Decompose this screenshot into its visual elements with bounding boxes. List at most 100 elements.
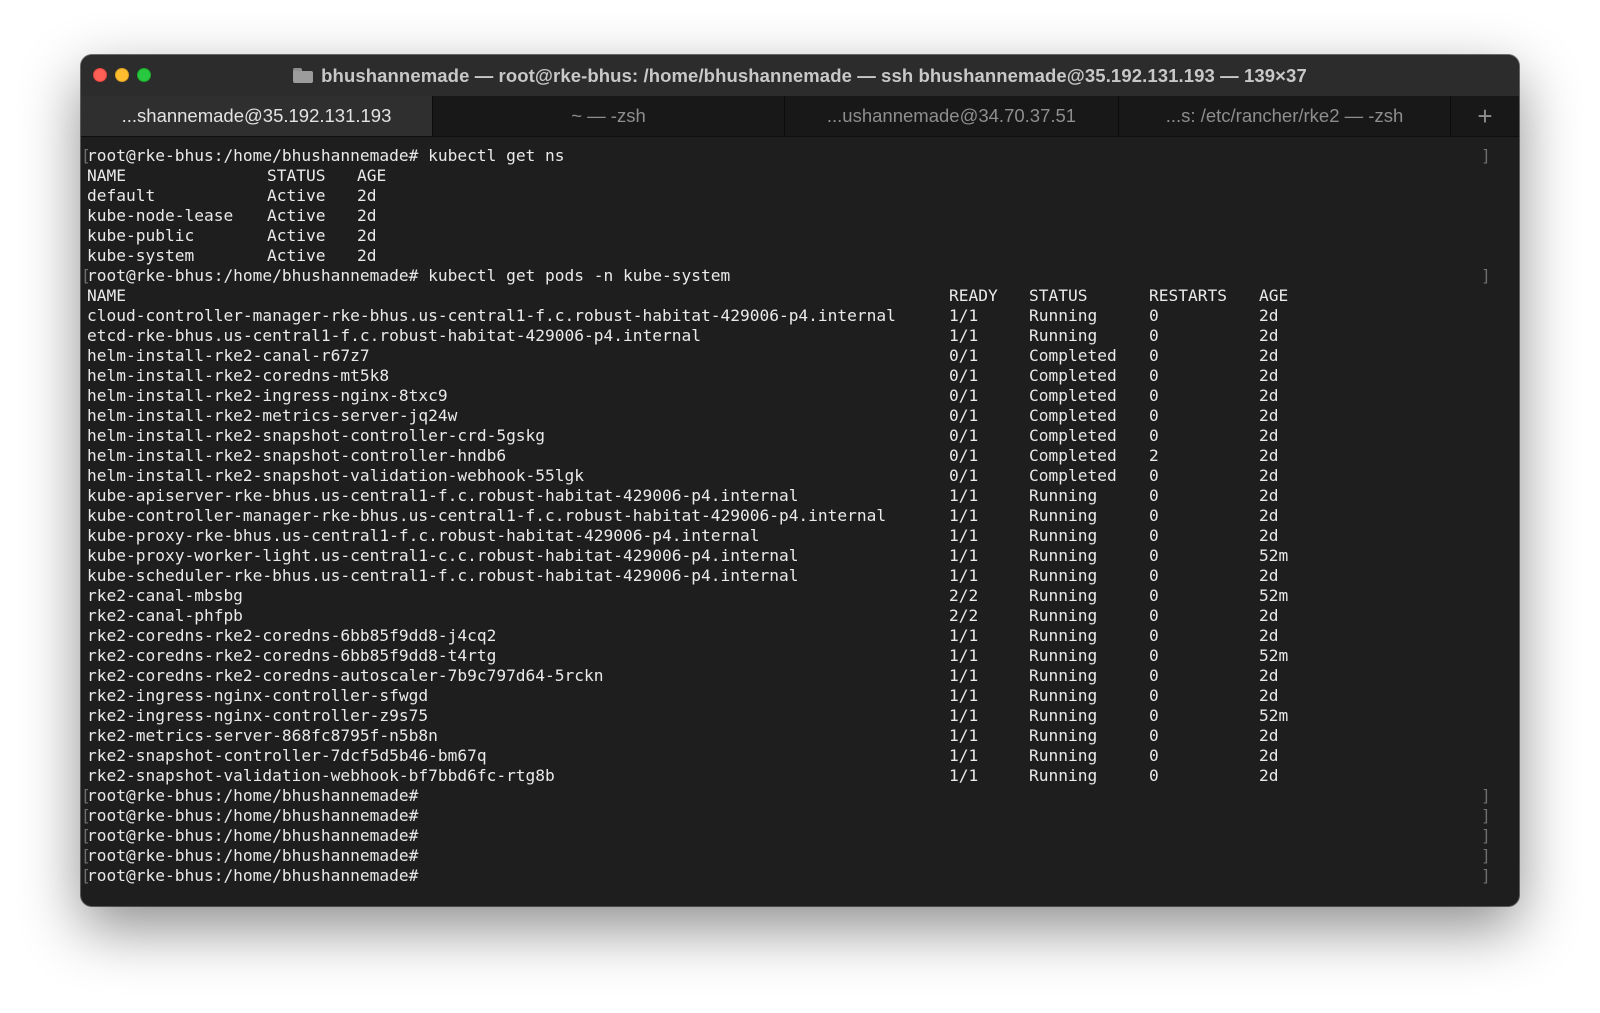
pod-row-cell: 0 [1149, 546, 1159, 565]
line-marker: ] [1481, 846, 1491, 865]
terminal-window: bhushannemade — root@rke-bhus: /home/bhu… [81, 55, 1519, 906]
pod-row-cell: Completed [1029, 426, 1117, 445]
pod-row-cell: 1/1 [949, 706, 979, 725]
pod-row-cell: 0 [1149, 506, 1159, 525]
pod-row-cell: Running [1029, 606, 1098, 625]
pod-row-cell: 1/1 [949, 526, 979, 545]
pod-row-cell: 2/2 [949, 586, 979, 605]
terminal-lines: [root@rke-bhus:/home/bhushannemade# kube… [81, 146, 1519, 886]
pod-header-row-cell: RESTARTS [1149, 286, 1227, 305]
pod-row-cell: 0 [1149, 586, 1159, 605]
pod-row-cell: 0 [1149, 626, 1159, 645]
pod-row-cell: 0 [1149, 746, 1159, 765]
pod-row-cell: 0 [1149, 486, 1159, 505]
shell-prompt: root@rke-bhus:/home/bhushannemade# [87, 146, 419, 165]
pod-row: rke2-ingress-nginx-controller-sfwgd 1/1 Ru… [87, 686, 1519, 706]
minimize-button[interactable] [115, 68, 129, 82]
line-marker: ] [1481, 806, 1491, 825]
pod-row-cell: rke2-coredns-rke2-coredns-autoscaler-7b9… [87, 666, 604, 685]
tab-ssh-35[interactable]: ...shannemade@35.192.131.193 [81, 96, 433, 136]
pod-row-cell: Completed [1029, 466, 1117, 485]
tab-zsh-rke2[interactable]: ...s: /etc/rancher/rke2 — -zsh [1119, 96, 1451, 136]
pod-row-cell: 52m [1259, 546, 1289, 565]
line-marker: ] [1481, 826, 1491, 845]
line-marker: [ [81, 806, 91, 825]
pod-row-cell: 2d [1259, 366, 1279, 385]
pod-header-row-cell: STATUS [1029, 286, 1088, 305]
pod-row-cell: helm-install-rke2-snapshot-controller-cr… [87, 426, 546, 445]
pod-row-cell: 0/1 [949, 426, 979, 445]
pod-row: rke2-ingress-nginx-controller-z9s75 1/1 Ru… [87, 706, 1519, 726]
line-marker: [ [81, 266, 91, 285]
terminal-output[interactable]: [root@rke-bhus:/home/bhushannemade# kube… [81, 137, 1519, 906]
pod-row-cell: Running [1029, 726, 1098, 745]
ns-row-cell: 2d [357, 246, 377, 265]
pod-row-cell: 52m [1259, 706, 1289, 725]
pod-row: helm-install-rke2-snapshot-controller-hn… [87, 446, 1519, 466]
tab-zsh-home[interactable]: ~ — -zsh [433, 96, 785, 136]
pod-row-cell: rke2-snapshot-controller-7dcf5d5b46-bm67… [87, 746, 487, 765]
pod-row-cell: 2d [1259, 486, 1279, 505]
prompt-line: [root@rke-bhus:/home/bhushannemade#] [81, 806, 1519, 826]
pod-row-cell: rke2-coredns-rke2-coredns-6bb85f9dd8-j4c… [87, 626, 497, 645]
ns-row-cell: 2d [357, 226, 377, 245]
pod-row-cell: 1/1 [949, 566, 979, 585]
line-marker: [ [81, 786, 91, 805]
prompt-line: [root@rke-bhus:/home/bhushannemade#] [81, 866, 1519, 886]
plus-icon: + [1477, 100, 1493, 131]
pod-row-cell: 0/1 [949, 386, 979, 405]
ns-row: kube-system Active 2d [87, 246, 1519, 266]
pod-row-cell: Completed [1029, 346, 1117, 365]
ns-row-cell: 2d [357, 186, 377, 205]
close-button[interactable] [93, 68, 107, 82]
line-marker: ] [1481, 146, 1491, 165]
pod-row-cell: 52m [1259, 646, 1289, 665]
shell-prompt: root@rke-bhus:/home/bhushannemade# [87, 806, 419, 825]
pod-row-cell: 0 [1149, 766, 1159, 785]
pod-row-cell: Running [1029, 306, 1098, 325]
pod-row-cell: 0 [1149, 386, 1159, 405]
line-marker: [ [81, 146, 91, 165]
pod-row-cell: 0 [1149, 566, 1159, 585]
pod-row-cell: 1/1 [949, 646, 979, 665]
pod-row-cell: 1/1 [949, 686, 979, 705]
pod-row: rke2-coredns-rke2-coredns-6bb85f9dd8-t4r… [87, 646, 1519, 666]
pod-row-cell: 1/1 [949, 546, 979, 565]
pod-row-cell: 1/1 [949, 326, 979, 345]
tab-label: ~ — -zsh [571, 105, 646, 126]
pod-row-cell: 1/1 [949, 766, 979, 785]
ns-row: default Active 2d [87, 186, 1519, 206]
pod-row-cell: 2d [1259, 766, 1279, 785]
pod-row-cell: Running [1029, 586, 1098, 605]
pod-row-cell: kube-controller-manager-rke-bhus.us-cent… [87, 506, 887, 525]
zoom-button[interactable] [137, 68, 151, 82]
pod-row-cell: Running [1029, 666, 1098, 685]
pod-row-cell: etcd-rke-bhus.us-central1-f.c.robust-hab… [87, 326, 701, 345]
pod-row: helm-install-rke2-coredns-mt5k8 0/1 Comple… [87, 366, 1519, 386]
line-marker: [ [81, 846, 91, 865]
pod-row-cell: 2d [1259, 666, 1279, 685]
pod-row-cell: 2d [1259, 446, 1279, 465]
tab-ssh-34[interactable]: ...ushannemade@34.70.37.51 [785, 96, 1119, 136]
command-text: kubectl get ns [418, 146, 565, 165]
pod-row-cell: 1/1 [949, 486, 979, 505]
pod-row-cell: Running [1029, 766, 1098, 785]
pod-row-cell: 1/1 [949, 306, 979, 325]
line-marker: ] [1481, 786, 1491, 805]
pod-row-cell: 2d [1259, 306, 1279, 325]
pod-row-cell: kube-scheduler-rke-bhus.us-central1-f.c.… [87, 566, 799, 585]
pod-row-cell: 2d [1259, 386, 1279, 405]
ns-header-row: NAME STATUS AGE [87, 166, 1519, 186]
pod-row-cell: helm-install-rke2-snapshot-controller-hn… [87, 446, 507, 465]
tab-bar: ...shannemade@35.192.131.193 ~ — -zsh ..… [81, 96, 1519, 137]
pod-row-cell: 0 [1149, 706, 1159, 725]
line-marker: [ [81, 866, 91, 885]
pod-row-cell: 2d [1259, 566, 1279, 585]
new-tab-button[interactable]: + [1451, 96, 1519, 136]
shell-prompt: root@rke-bhus:/home/bhushannemade# [87, 866, 419, 885]
pod-row-cell: rke2-ingress-nginx-controller-sfwgd [87, 686, 429, 705]
title-bar[interactable]: bhushannemade — root@rke-bhus: /home/bhu… [81, 55, 1519, 96]
pod-row-cell: 0 [1149, 426, 1159, 445]
pod-row-cell: Running [1029, 566, 1098, 585]
pod-row: kube-controller-manager-rke-bhus.us-cent… [87, 506, 1519, 526]
